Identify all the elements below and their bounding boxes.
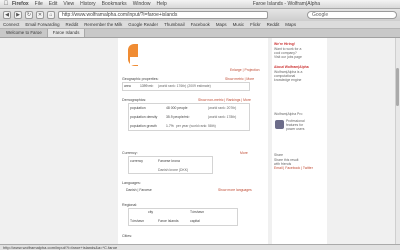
back-icon[interactable]: ◀ (3, 11, 11, 19)
bookmark-item[interactable]: Maps (216, 22, 227, 27)
bookmark-item[interactable]: Music (233, 22, 244, 27)
currency-title: Currency: (122, 151, 138, 155)
bookmark-item[interactable]: Google Reader (128, 22, 158, 27)
bookmarks-bar: Connect Email Forwarding Reddit Remember… (0, 21, 400, 29)
ad2-title[interactable]: About Wolfram|Alpha (274, 65, 309, 69)
pop-label: population (130, 106, 146, 110)
density-value: 35.9 people/mi² (166, 115, 190, 119)
show-more-languages[interactable]: Show more languages (218, 188, 252, 192)
apple-menu-icon[interactable]:  (0, 1, 12, 7)
home-icon[interactable]: ⌂ (47, 11, 55, 19)
area-rank: (world rank: 176th) (2009 estimate) (158, 84, 211, 88)
window-title: Faroe Islands - Wolfram|Alpha (252, 1, 321, 7)
tab-faroe-islands[interactable]: Faroe Islands (47, 29, 86, 37)
ad2-line: knowledge engine (274, 78, 302, 82)
page-viewport: Enlarge | Projection Geographic properti… (0, 38, 400, 244)
pro-line: power users (286, 127, 305, 131)
regional-col1: city (148, 210, 154, 214)
currency-label: currency (130, 159, 144, 163)
menu-view[interactable]: View (63, 1, 74, 7)
currency-more[interactable]: More (240, 151, 248, 155)
menu-bookmarks[interactable]: Bookmarks (102, 1, 127, 7)
density-label: population density (130, 115, 158, 119)
pop-value: 48 000 people (166, 106, 188, 110)
demo-title: Demographics: (122, 98, 147, 102)
regional-r1c3: capital (190, 219, 200, 223)
vertical-scrollbar[interactable] (395, 38, 400, 244)
results-column: Enlarge | Projection Geographic properti… (118, 38, 268, 244)
area-label: area (124, 84, 131, 88)
sidebar: We're Hiring! Want to work for a cool co… (272, 38, 327, 244)
currency-note: Danish krone (DKK) (158, 168, 189, 172)
languages-value: Danish | Faroese (126, 188, 152, 192)
area-value: 1399 mi² (140, 84, 154, 88)
bookmark-item[interactable]: Email Forwarding (25, 22, 59, 27)
menu-bar:  Firefox File Edit View History Bookmar… (0, 0, 400, 9)
menu-history[interactable]: History (80, 1, 96, 7)
share-title: Share (274, 153, 284, 157)
demo-links[interactable]: Show non-metric | Rankings | More (198, 98, 251, 102)
bookmark-item[interactable]: Reddit (66, 22, 79, 27)
forward-icon[interactable]: ▶ (14, 11, 22, 19)
menu-help[interactable]: Help (156, 1, 166, 7)
search-field[interactable]: Google (307, 11, 397, 19)
menu-firefox[interactable]: Firefox (12, 1, 29, 7)
pop-note: (world rank: 207th) (208, 106, 237, 110)
scroll-thumb[interactable] (396, 68, 399, 106)
tab-strip: Welcome to Faroe Faroe Islands (0, 29, 400, 38)
bookmark-item[interactable]: Thumbnail (164, 22, 185, 27)
bookmark-item[interactable]: Reddit (267, 22, 280, 27)
cities-title: Cities: (122, 234, 132, 238)
languages-title: Languages: (122, 181, 141, 185)
bookmark-item[interactable]: Connect (3, 22, 19, 27)
share-links[interactable]: Email | Facebook | Twitter (274, 166, 313, 170)
ad1-line: Visit our jobs page (274, 55, 302, 59)
menu-edit[interactable]: Edit (49, 1, 58, 7)
pro-title[interactable]: Wolfram|Alpha Pro (274, 112, 302, 116)
growth-label: population growth (130, 124, 157, 128)
url-bar[interactable]: http://www.wolframalpha.com/input/?i=far… (58, 11, 268, 19)
regional-title: Regional: (122, 203, 138, 207)
nav-toolbar: ◀ ▶ ↻ ✕ ⌂ http://www.wolframalpha.com/in… (0, 9, 400, 21)
reload-icon[interactable]: ↻ (25, 11, 33, 19)
geo-links[interactable]: Show metric | More (225, 77, 254, 81)
currency-value: Faroese krona (158, 159, 180, 163)
regional-r1c1: Tórshavn (130, 219, 145, 223)
bookmark-item[interactable]: Maps (285, 22, 296, 27)
density-note: (world rank: 178th) (208, 115, 237, 119)
enlarge-link[interactable]: Enlarge | Projection (230, 68, 260, 72)
growth-note: per year (world rank: 58th) (176, 124, 216, 128)
pro-icon (275, 120, 284, 129)
regional-col2: Tórshavn (190, 210, 205, 214)
tab-welcome[interactable]: Welcome to Faroe (1, 29, 48, 37)
menu-file[interactable]: File (35, 1, 43, 7)
bookmark-item[interactable]: Facebook (191, 22, 210, 27)
regional-table (128, 208, 238, 226)
stop-icon[interactable]: ✕ (36, 11, 44, 19)
bookmark-item[interactable]: Flickr (250, 22, 261, 27)
regional-r1c2: Faroe Islands (158, 219, 179, 223)
geo-title: Geographic properties: (122, 77, 159, 81)
menu-window[interactable]: Window (133, 1, 151, 7)
status-bar: http://www.wolframalpha.com/input/?i=far… (0, 244, 400, 250)
map-image-mask (130, 57, 142, 65)
growth-value: 1.7% (166, 124, 174, 128)
ad1-title[interactable]: We're Hiring! (274, 42, 295, 46)
bookmark-item[interactable]: Remember the Milk (84, 22, 122, 27)
